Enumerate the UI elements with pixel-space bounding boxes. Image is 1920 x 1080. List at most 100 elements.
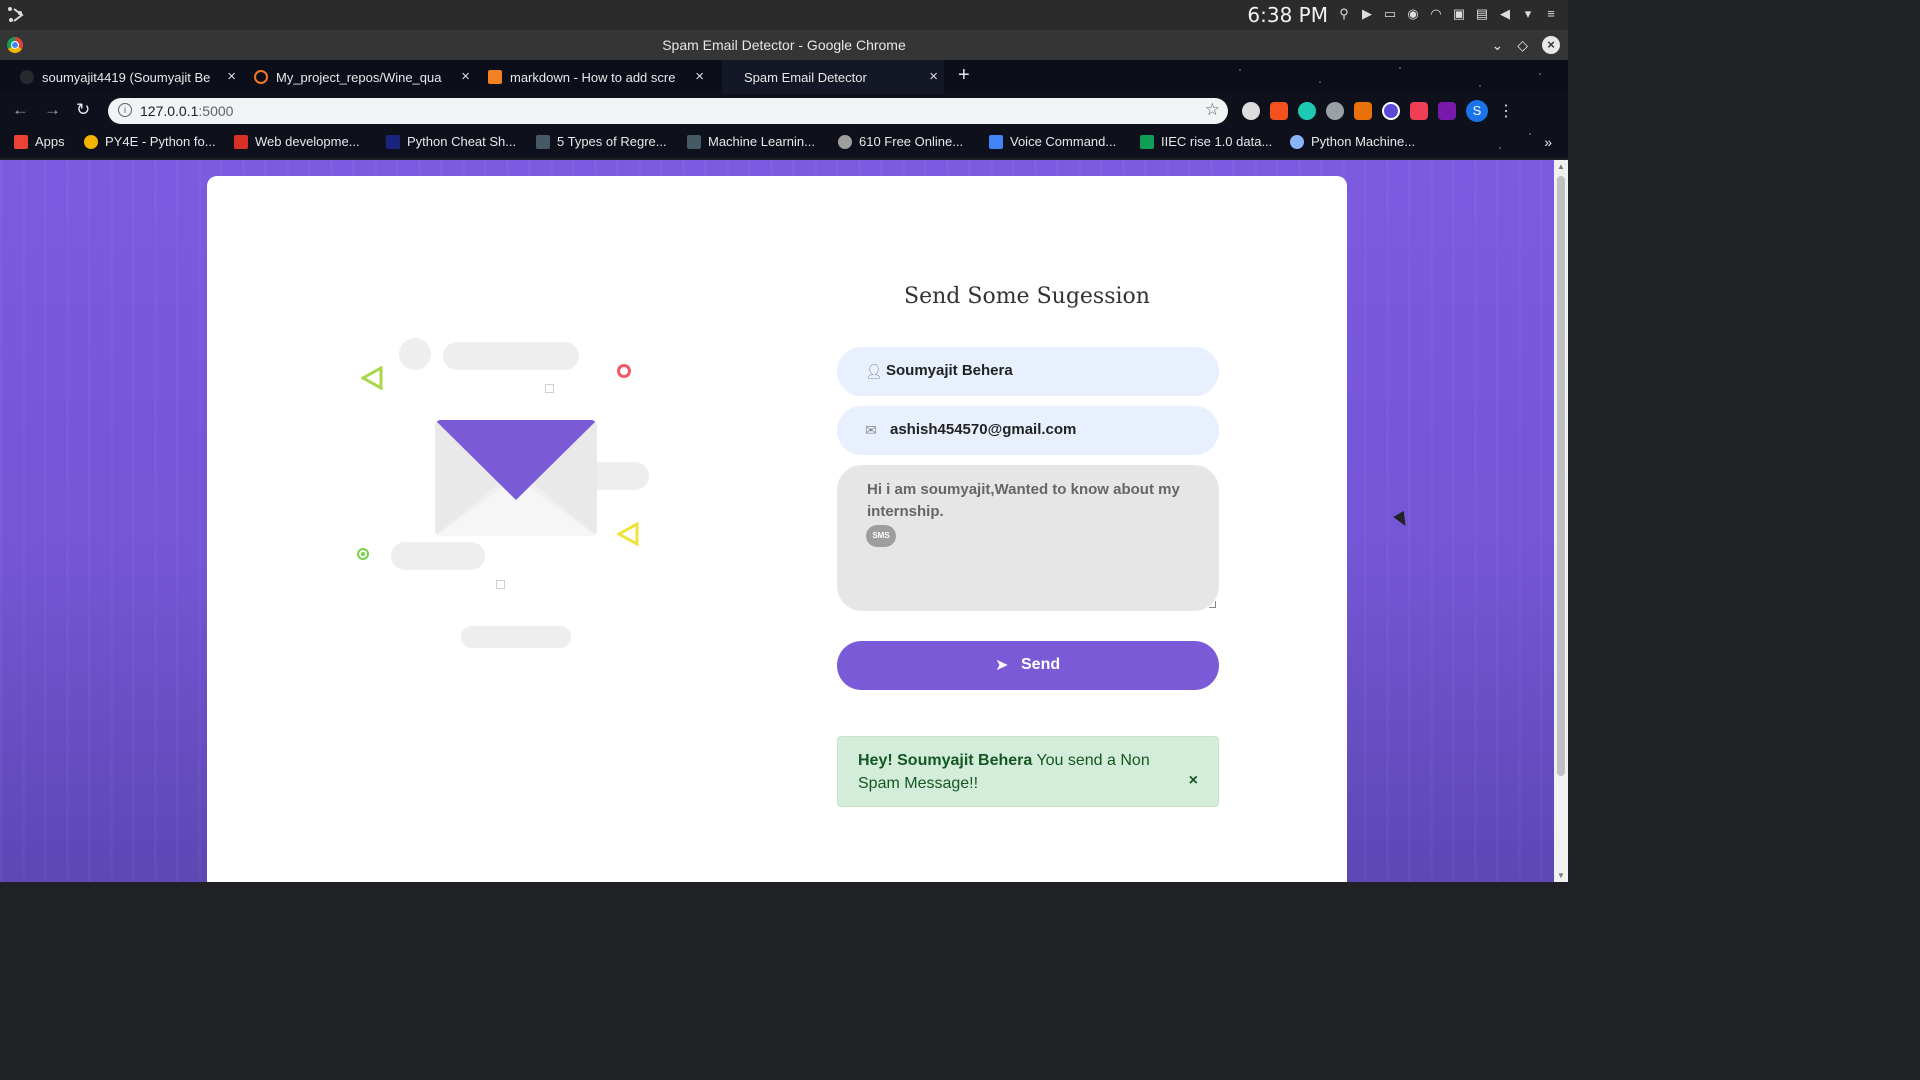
bookmark-icon: [386, 134, 400, 149]
info-icon[interactable]: i: [118, 103, 132, 117]
envelope-icon: [435, 420, 597, 536]
bookmark-item[interactable]: Voice Command...: [989, 134, 1116, 149]
onenote-icon[interactable]: [1438, 102, 1456, 120]
page-scrollbar[interactable]: ▲ ▼: [1554, 160, 1568, 882]
url-text[interactable]: 127.0.0.1:5000: [140, 103, 233, 119]
decor-circle: [399, 338, 431, 370]
tab-github[interactable]: soumyajit4419 (Soumyajit Be ×: [20, 60, 242, 94]
github-icon: [20, 70, 34, 84]
os-launcher-icon[interactable]: [6, 5, 26, 25]
close-tab-icon[interactable]: ×: [695, 68, 704, 85]
decor-ring: [617, 364, 631, 378]
tab-stackoverflow[interactable]: markdown - How to add scre ×: [488, 60, 710, 94]
wifi-icon[interactable]: ◠: [1429, 6, 1443, 22]
alert-greeting: Hey! Soumyajit Behera: [858, 752, 1033, 769]
window-title-bar: Spam Email Detector - Google Chrome ⌄ ◇ …: [0, 30, 1568, 60]
tab-label: My_project_repos/Wine_qua: [276, 69, 442, 85]
play-icon[interactable]: ▶: [1360, 6, 1374, 22]
decor-pill: [391, 542, 485, 570]
close-tab-icon[interactable]: ×: [461, 68, 470, 85]
forward-icon[interactable]: →: [44, 100, 61, 120]
minimize-icon[interactable]: ⌄: [1491, 37, 1503, 54]
lock-icon[interactable]: ⚲: [1337, 6, 1351, 22]
system-tray: ⚲ ▶ ▭ ◉ ◠ ▣ ▤ ◀ ▾ ≡: [1337, 6, 1558, 22]
python-icon: [84, 134, 98, 149]
extension-icon[interactable]: [1326, 102, 1344, 120]
address-bar[interactable]: i 127.0.0.1:5000 ☆: [108, 98, 1228, 124]
extension-icon[interactable]: [1298, 102, 1316, 120]
bookmark-item[interactable]: 5 Types of Regre...: [536, 134, 667, 149]
bookmark-item[interactable]: IIEC rise 1.0 data...: [1140, 134, 1272, 149]
close-tab-icon[interactable]: ×: [929, 68, 938, 85]
chevron-down-icon[interactable]: ▾: [1521, 6, 1535, 22]
extension-icon[interactable]: [1242, 102, 1260, 120]
tab-strip: soumyajit4419 (Soumyajit Be × My_project…: [0, 60, 1568, 94]
bookmark-icon: [687, 134, 701, 149]
reload-icon[interactable]: ↻: [76, 100, 90, 120]
decor-square: [545, 384, 554, 393]
drive-icon: [1140, 134, 1154, 149]
bookmark-item[interactable]: Machine Learnin...: [687, 134, 815, 149]
close-tab-icon[interactable]: ×: [227, 68, 236, 85]
scrollbar-thumb[interactable]: [1557, 176, 1565, 776]
name-field[interactable]: 👤︎ Soumyajit Behera: [837, 347, 1219, 396]
tab-label: markdown - How to add scre: [510, 69, 676, 85]
window-title: Spam Email Detector - Google Chrome: [662, 37, 906, 53]
volume-icon[interactable]: ◀: [1498, 6, 1512, 22]
extension-icon[interactable]: [1382, 102, 1400, 120]
extensions: S ⋮: [1242, 100, 1514, 122]
message-textarea[interactable]: Hi i am soumyajit,Wanted to know about m…: [837, 465, 1219, 611]
bookmark-apps[interactable]: Apps: [14, 134, 65, 149]
decor-pill: [443, 342, 579, 370]
email-field[interactable]: ✉ ashish454570@gmail.com: [837, 406, 1219, 455]
bookmark-item[interactable]: PY4E - Python fo...: [84, 134, 216, 149]
new-tab-button[interactable]: +: [958, 64, 970, 87]
vpn-icon[interactable]: ◉: [1406, 6, 1420, 22]
code-braces-icon: [989, 134, 1003, 149]
clipboard-icon[interactable]: ▤: [1475, 6, 1489, 22]
tab-jupyter[interactable]: My_project_repos/Wine_qua ×: [254, 60, 476, 94]
decor-square: [496, 580, 505, 589]
bookmark-icon: [536, 134, 550, 149]
bookmark-item[interactable]: 610 Free Online...: [838, 134, 963, 149]
triangle-icon: [361, 366, 383, 390]
screen-icon[interactable]: ▣: [1452, 6, 1466, 22]
tab-label: soumyajit4419 (Soumyajit Be: [42, 69, 211, 85]
send-button[interactable]: ➤ Send: [837, 641, 1219, 690]
chrome-menu-icon[interactable]: ⋮: [1498, 101, 1514, 121]
alert-close-button[interactable]: ×: [1189, 772, 1198, 790]
battery-icon[interactable]: ▭: [1383, 6, 1397, 22]
close-window-button[interactable]: ×: [1542, 36, 1560, 54]
bookmarks-bar: Apps PY4E - Python fo... Web developme..…: [0, 128, 1568, 158]
bookmark-star-icon[interactable]: ☆: [1205, 100, 1220, 120]
extension-icon[interactable]: [1354, 102, 1372, 120]
extension-icon[interactable]: [1270, 102, 1288, 120]
scroll-up-icon[interactable]: ▲: [1557, 162, 1565, 171]
menu-icon[interactable]: ≡: [1544, 6, 1558, 22]
resize-handle[interactable]: [1209, 601, 1216, 608]
scroll-down-icon[interactable]: ▼: [1557, 871, 1565, 880]
decor-pill: [461, 626, 571, 648]
pocket-icon[interactable]: [1410, 102, 1428, 120]
bookmark-item[interactable]: Python Machine...: [1290, 134, 1415, 149]
apps-grid-icon: [14, 134, 28, 149]
tab-spam-detector[interactable]: Spam Email Detector ×: [722, 60, 944, 94]
os-clock[interactable]: 6:38 PM: [1247, 3, 1328, 27]
bookmark-item[interactable]: Web developme...: [234, 134, 360, 149]
form-title: Send Some Sugession: [904, 284, 1150, 309]
gmail-icon: [234, 134, 248, 149]
message-value: Hi i am soumyajit,Wanted to know about m…: [867, 481, 1180, 520]
profile-avatar[interactable]: S: [1466, 100, 1488, 122]
name-value: Soumyajit Behera: [886, 362, 1013, 379]
triangle-icon: [617, 522, 639, 546]
bookmark-item[interactable]: Python Cheat Sh...: [386, 134, 516, 149]
maximize-icon[interactable]: ◇: [1517, 37, 1528, 54]
result-alert: Hey! Soumyajit Behera You send a Non Spa…: [837, 736, 1219, 807]
back-icon[interactable]: ←: [12, 100, 29, 120]
send-label: Send: [1021, 656, 1061, 673]
bookmark-icon: [1290, 134, 1304, 149]
browser-toolbar: ← → ↻ i 127.0.0.1:5000 ☆ S ⋮: [0, 94, 1568, 128]
user-icon: 👤︎: [865, 363, 883, 379]
more-bookmarks-icon[interactable]: »: [1544, 134, 1552, 150]
sms-icon: SMS: [866, 525, 896, 547]
